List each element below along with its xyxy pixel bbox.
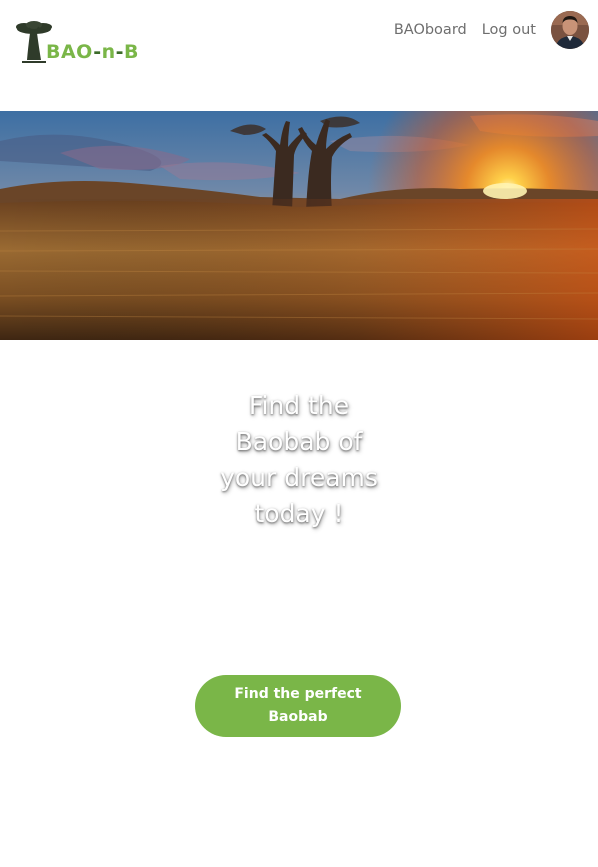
brand-logo-link[interactable]: BAO-n-B [14, 20, 139, 66]
hero-tagline: Find the Baobab of your dreams today ! [199, 388, 399, 532]
avatar-image [551, 11, 589, 49]
nav-links: BAOboard Log out [394, 11, 589, 49]
brand-name: BAO-n-B [46, 41, 139, 63]
tagline-line: Find the [248, 391, 350, 420]
tagline-line: today ! [254, 499, 344, 528]
find-baobab-button[interactable]: Find the perfect Baobab [195, 675, 401, 737]
nav-link-baoboard[interactable]: BAOboard [394, 11, 467, 49]
page: BAO-n-B BAOboard Log out Find the Baobab… [0, 0, 598, 867]
tagline-line: your dreams [220, 463, 378, 492]
hero-banner-image [0, 111, 598, 340]
nav-link-logout[interactable]: Log out [482, 11, 536, 49]
tagline-line: Baobab of [235, 427, 363, 456]
navbar: BAO-n-B BAOboard Log out [0, 0, 598, 90]
user-avatar[interactable] [551, 11, 589, 49]
